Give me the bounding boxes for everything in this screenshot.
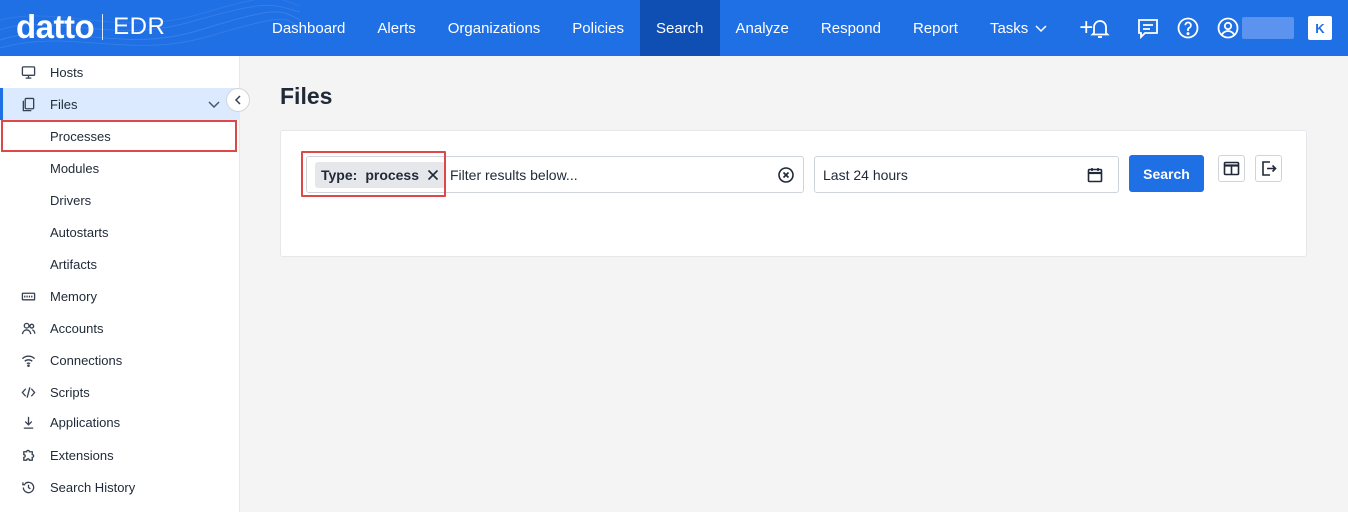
filter-input[interactable] bbox=[450, 157, 770, 192]
nav-label: Analyze bbox=[735, 19, 789, 37]
sidebar-item-search-history[interactable]: Search History bbox=[0, 471, 239, 503]
sidebar-item-label: Autostarts bbox=[50, 224, 109, 240]
sidebar-item-accounts[interactable]: Accounts bbox=[0, 312, 239, 344]
sidebar-item-drivers[interactable]: Drivers bbox=[0, 184, 239, 216]
top-navigation-bar: datto EDR Dashboard Alerts Organizations… bbox=[0, 0, 1348, 56]
page-title: Files bbox=[280, 83, 333, 109]
code-icon bbox=[20, 384, 36, 400]
chevron-left-icon bbox=[234, 95, 241, 105]
nav-organizations[interactable]: Organizations bbox=[432, 0, 557, 56]
sidebar-item-label: Extensions bbox=[50, 447, 114, 463]
collapse-sidebar-button[interactable] bbox=[226, 88, 250, 112]
sidebar-item-label: Accounts bbox=[50, 320, 104, 336]
sidebar-item-label: Connections bbox=[50, 352, 123, 368]
sidebar-item-label: Modules bbox=[50, 160, 100, 176]
sidebar-item-applications[interactable]: Applications bbox=[0, 408, 239, 436]
sidebar-item-artifacts[interactable]: Artifacts bbox=[0, 248, 239, 280]
sidebar-item-label: Memory bbox=[50, 288, 97, 304]
sidebar-item-files[interactable]: Files bbox=[0, 88, 239, 120]
sidebar: Hosts Files Processes Modules Drivers Au… bbox=[0, 56, 240, 512]
date-range-picker[interactable]: Last 24 hours bbox=[814, 156, 1119, 193]
export-button[interactable] bbox=[1255, 155, 1282, 182]
nav-dashboard[interactable]: Dashboard bbox=[256, 0, 361, 56]
chevron-down-icon bbox=[208, 101, 220, 109]
sidebar-item-memory[interactable]: Memory bbox=[0, 280, 239, 312]
columns-button[interactable] bbox=[1218, 155, 1245, 182]
product-name: EDR bbox=[113, 13, 166, 40]
chat-icon[interactable] bbox=[1128, 0, 1168, 56]
memory-icon bbox=[20, 288, 36, 304]
puzzle-icon bbox=[20, 447, 36, 463]
help-icon[interactable] bbox=[1168, 0, 1208, 56]
search-card: Type: process Last 24 hours Search bbox=[280, 130, 1307, 257]
date-range-value: Last 24 hours bbox=[823, 166, 908, 183]
export-icon bbox=[1262, 161, 1277, 176]
sidebar-item-label: Applications bbox=[50, 414, 121, 430]
columns-icon bbox=[1223, 161, 1240, 176]
chip-highlight-box bbox=[301, 151, 446, 197]
files-icon bbox=[20, 96, 36, 112]
logo-divider bbox=[102, 14, 104, 40]
main-nav: Dashboard Alerts Organizations Policies … bbox=[256, 0, 1108, 56]
nav-search[interactable]: Search bbox=[639, 0, 720, 56]
top-icons: K bbox=[1080, 0, 1348, 56]
nav-label: Respond bbox=[820, 19, 881, 37]
nav-tasks[interactable]: Tasks bbox=[974, 0, 1064, 56]
sidebar-item-label: Drivers bbox=[50, 192, 92, 208]
sidebar-item-processes[interactable]: Processes bbox=[1, 120, 237, 152]
sidebar-item-scripts[interactable]: Scripts bbox=[0, 376, 239, 408]
nav-policies[interactable]: Policies bbox=[556, 0, 640, 56]
logo-text: datto bbox=[16, 8, 95, 45]
nav-alerts[interactable]: Alerts bbox=[361, 0, 431, 56]
sidebar-item-label: Files bbox=[50, 96, 78, 112]
sidebar-item-connections[interactable]: Connections bbox=[0, 344, 239, 376]
nav-label: Tasks bbox=[989, 19, 1029, 37]
sidebar-item-label: Search History bbox=[50, 479, 136, 495]
nav-label: Report bbox=[912, 19, 958, 37]
download-icon bbox=[20, 414, 36, 430]
calendar-icon[interactable] bbox=[1086, 166, 1104, 184]
brand-logo[interactable]: datto EDR bbox=[16, 9, 165, 45]
chevron-down-icon bbox=[1035, 25, 1047, 33]
history-icon bbox=[20, 479, 36, 495]
search-button[interactable]: Search bbox=[1129, 155, 1204, 192]
sidebar-item-extensions[interactable]: Extensions bbox=[0, 439, 239, 471]
nav-respond[interactable]: Respond bbox=[805, 0, 897, 56]
sidebar-item-label: Scripts bbox=[50, 384, 90, 400]
monitor-icon bbox=[20, 64, 36, 80]
nav-analyze[interactable]: Analyze bbox=[720, 0, 805, 56]
user-name-redacted[interactable] bbox=[1242, 17, 1294, 39]
sidebar-item-hosts[interactable]: Hosts bbox=[0, 56, 239, 88]
bell-icon[interactable] bbox=[1080, 0, 1120, 56]
sidebar-item-modules[interactable]: Modules bbox=[0, 152, 239, 184]
nav-label: Dashboard bbox=[272, 19, 346, 37]
clear-circle-icon[interactable] bbox=[777, 166, 795, 184]
nav-label: Organizations bbox=[447, 19, 541, 37]
wifi-icon bbox=[20, 352, 36, 368]
accounts-icon bbox=[20, 320, 36, 336]
nav-report[interactable]: Report bbox=[897, 0, 974, 56]
nav-label: Search bbox=[655, 19, 704, 37]
nav-label: Alerts bbox=[377, 19, 416, 37]
sidebar-item-label: Artifacts bbox=[50, 256, 97, 272]
sidebar-item-label: Hosts bbox=[50, 64, 84, 80]
sidebar-item-autostarts[interactable]: Autostarts bbox=[0, 216, 239, 248]
kaseya-badge[interactable]: K bbox=[1308, 16, 1332, 40]
nav-label: Policies bbox=[572, 19, 624, 37]
sidebar-item-label: Processes bbox=[50, 128, 111, 144]
